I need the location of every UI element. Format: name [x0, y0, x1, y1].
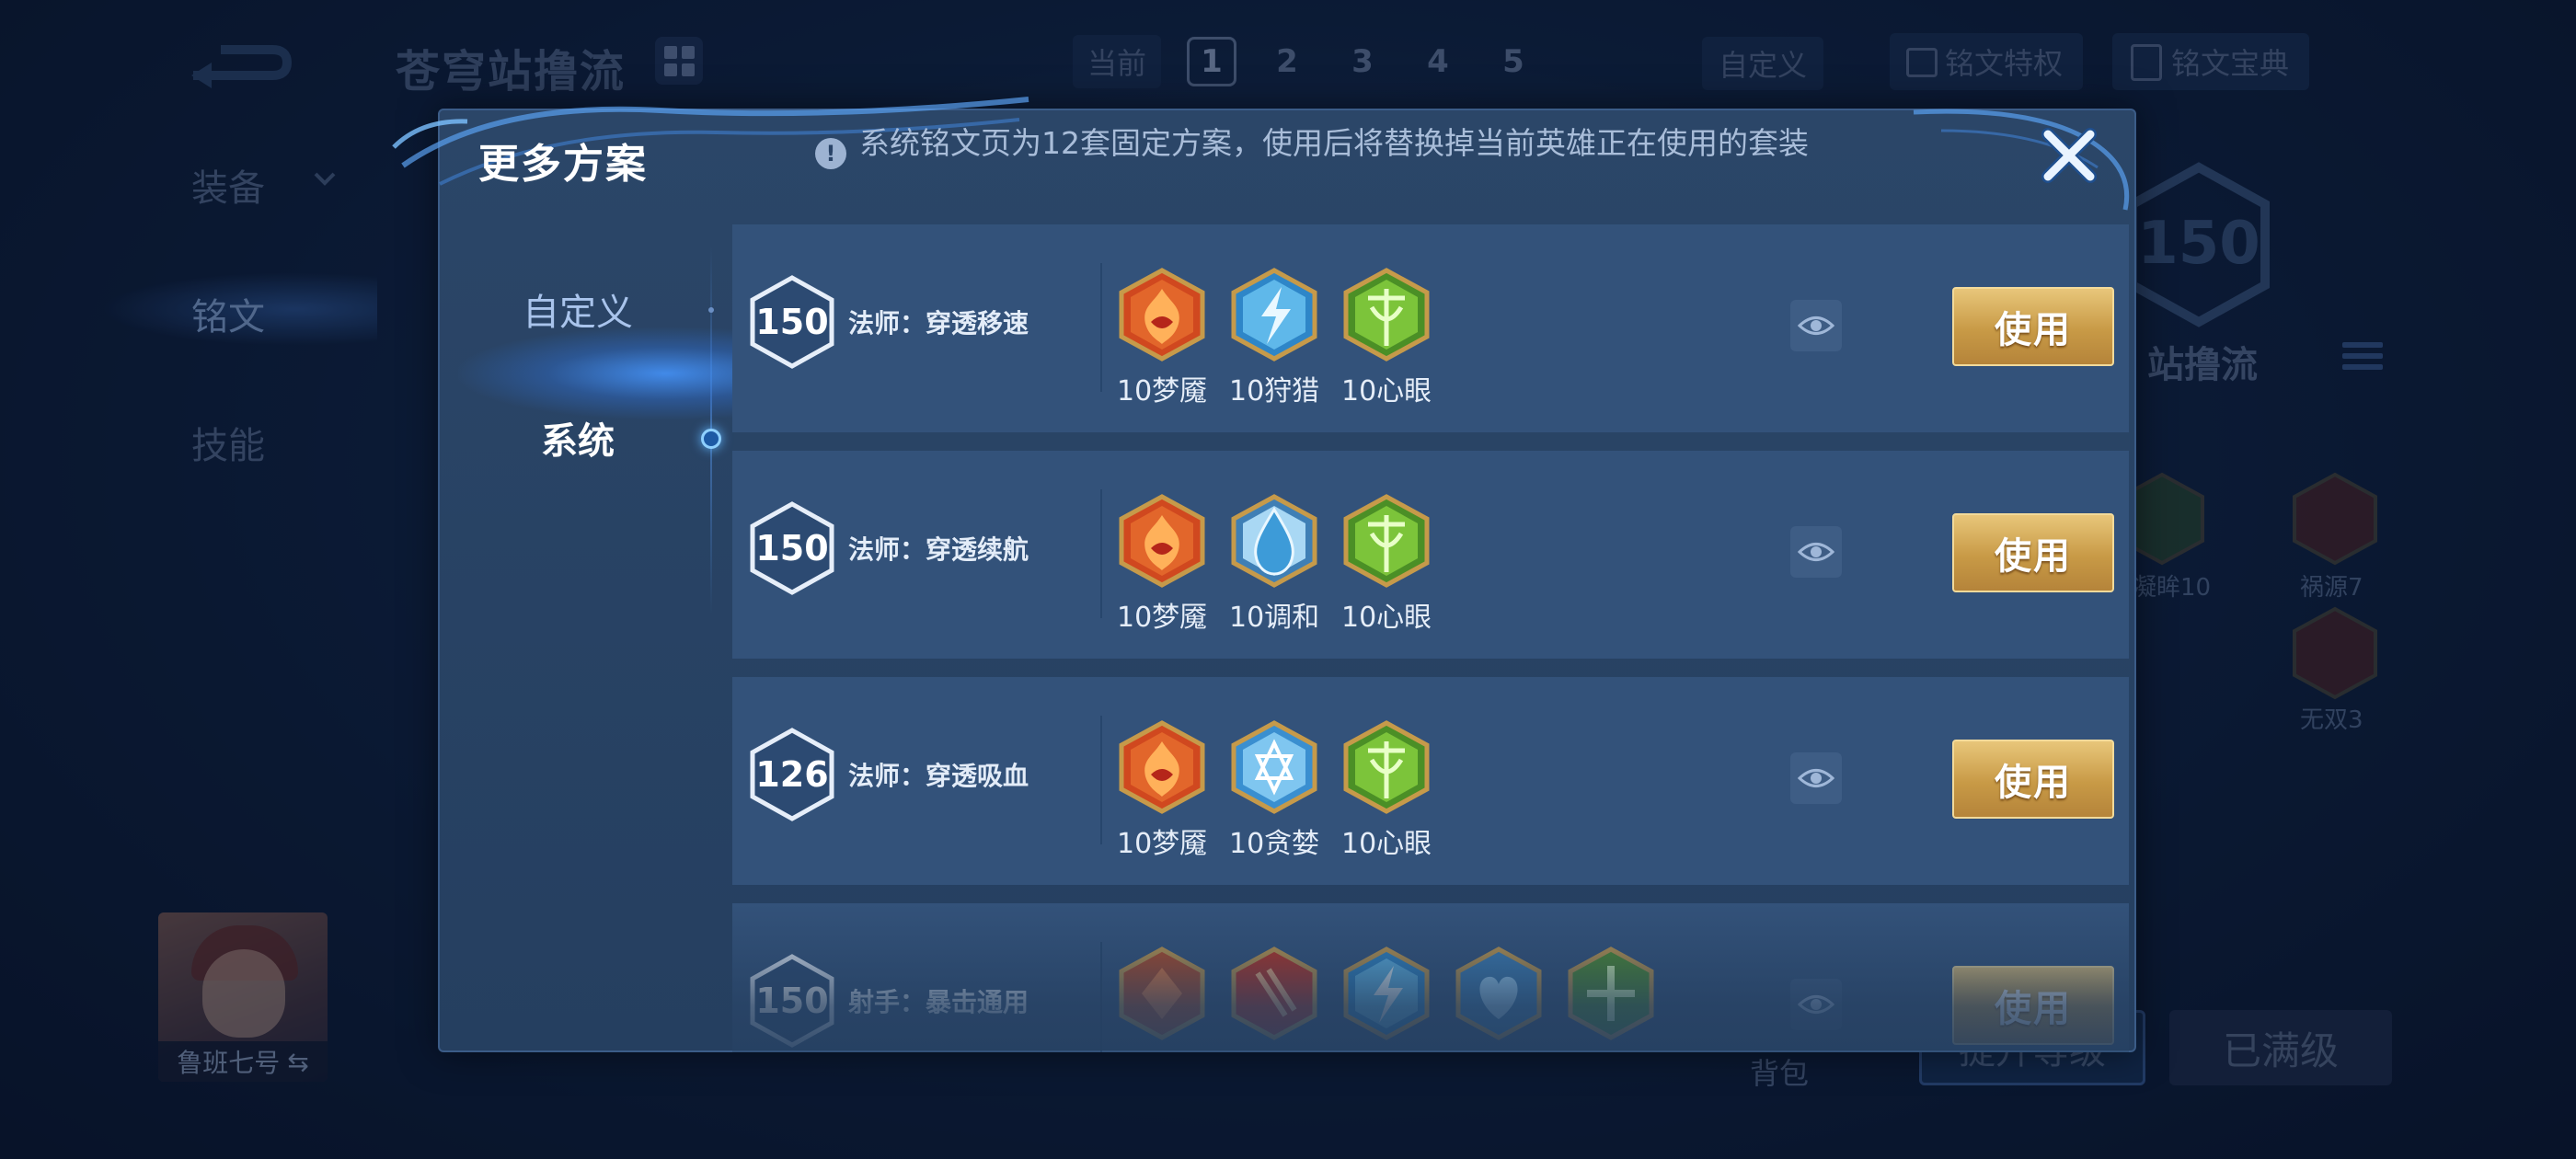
- rune-green-leaf-icon: [1343, 494, 1430, 588]
- rune-blue-bolt-icon: [1343, 947, 1430, 1040]
- rune-slot[interactable]: 10贪婪: [1229, 719, 1319, 861]
- plan-list[interactable]: 150 法师：穿透移速 10梦魇 10狩猎 10心眼 使用 150 法师：穿透续航 10梦魇 10…: [732, 224, 2129, 1052]
- plan-name: 法师：穿透移速: [848, 308, 1029, 339]
- use-plan-button[interactable]: 使用: [1952, 740, 2114, 819]
- rune-slot[interactable]: [1117, 946, 1207, 1047]
- rune-label: 10狩猎: [1229, 375, 1320, 407]
- plan-card[interactable]: 150 射手：暴击通用 使用: [732, 903, 2129, 1052]
- rune-slot[interactable]: 10梦魇: [1117, 267, 1207, 408]
- preview-button[interactable]: [1790, 979, 1842, 1030]
- rune-label: 10梦魇: [1117, 602, 1208, 634]
- rune-red-flame-icon: [1119, 268, 1205, 361]
- eye-icon: [1798, 543, 1834, 561]
- eye-icon: [1798, 316, 1834, 335]
- card-divider: [1100, 942, 1102, 1052]
- rune-red-flame-icon: [1119, 720, 1205, 814]
- use-plan-button[interactable]: 使用: [1952, 966, 2114, 1045]
- rune-blue-drop-icon: [1231, 494, 1317, 588]
- card-divider: [1100, 489, 1102, 618]
- decorative-swirl-icon: [1913, 109, 2130, 211]
- rune-label: 10贪婪: [1229, 828, 1320, 860]
- rune-slot[interactable]: 10心眼: [1341, 719, 1432, 861]
- use-plan-button[interactable]: 使用: [1952, 513, 2114, 592]
- tab-custom[interactable]: 自定义: [440, 276, 716, 342]
- rune-label: 10心眼: [1341, 602, 1432, 634]
- dialog-title: 更多方案: [478, 141, 648, 188]
- rune-label: 10调和: [1229, 602, 1320, 634]
- plan-level: 150: [755, 302, 829, 342]
- rune-slot[interactable]: [1341, 946, 1432, 1047]
- rune-slot[interactable]: 10梦魇: [1117, 493, 1207, 635]
- rune-blue-heart-icon: [1455, 947, 1542, 1040]
- preview-button[interactable]: [1790, 300, 1842, 351]
- rune-label: 10梦魇: [1117, 375, 1208, 407]
- info-icon: !: [815, 138, 846, 169]
- eye-icon: [1798, 995, 1834, 1014]
- more-plans-dialog: 更多方案 ! 系统铭文页为12套固定方案，使用后将替换掉当前英雄正在使用的套装 …: [392, 97, 2136, 1052]
- rune-slot[interactable]: [1229, 946, 1319, 1047]
- rune-label: 10心眼: [1341, 828, 1432, 860]
- rune-slot[interactable]: 10梦魇: [1117, 719, 1207, 861]
- preview-button[interactable]: [1790, 752, 1842, 804]
- rune-label: 10心眼: [1341, 375, 1432, 407]
- plan-card[interactable]: 150 法师：穿透移速 10梦魇 10狩猎 10心眼 使用: [732, 224, 2129, 432]
- rune-red-flame-icon: [1119, 494, 1205, 588]
- dialog-notice: ! 系统铭文页为12套固定方案，使用后将替换掉当前英雄正在使用的套装: [815, 127, 1809, 169]
- plan-card[interactable]: 126 法师：穿透吸血 10梦魇 10贪婪 10心眼 使用: [732, 677, 2129, 885]
- plan-level: 150: [755, 528, 829, 568]
- plan-card[interactable]: 150 法师：穿透续航 10梦魇 10调和 10心眼 使用: [732, 451, 2129, 659]
- rune-slot[interactable]: [1566, 946, 1656, 1047]
- rune-red-claw-icon: [1231, 947, 1317, 1040]
- rune-slot[interactable]: 10调和: [1229, 493, 1319, 635]
- preview-button[interactable]: [1790, 526, 1842, 578]
- rune-blue-bolt-icon: [1231, 268, 1317, 361]
- rune-label: 10梦魇: [1117, 828, 1208, 860]
- rune-slot[interactable]: 10狩猎: [1229, 267, 1319, 408]
- close-icon[interactable]: [2037, 123, 2101, 188]
- use-plan-button[interactable]: 使用: [1952, 287, 2114, 366]
- plan-level: 126: [755, 754, 829, 795]
- rune-slot[interactable]: 10心眼: [1341, 493, 1432, 635]
- rune-green-leaf-icon: [1343, 268, 1430, 361]
- plan-name: 法师：穿透吸血: [848, 761, 1029, 791]
- plan-level: 150: [755, 981, 829, 1021]
- notice-text: 系统铭文页为12套固定方案，使用后将替换掉当前英雄正在使用的套装: [859, 125, 1809, 161]
- rune-green-leaf-icon: [1343, 720, 1430, 814]
- rune-slot[interactable]: [1454, 946, 1544, 1047]
- card-divider: [1100, 263, 1102, 392]
- card-divider: [1100, 716, 1102, 844]
- plan-name: 射手：暴击通用: [848, 987, 1029, 1017]
- plan-name: 法师：穿透续航: [848, 534, 1029, 565]
- tab-system[interactable]: 系统: [440, 405, 716, 471]
- rune-slot[interactable]: 10心眼: [1341, 267, 1432, 408]
- rune-green-cross-icon: [1568, 947, 1654, 1040]
- rune-blue-star-icon: [1231, 720, 1317, 814]
- rune-red-diamond-icon: [1119, 947, 1205, 1040]
- eye-icon: [1798, 769, 1834, 787]
